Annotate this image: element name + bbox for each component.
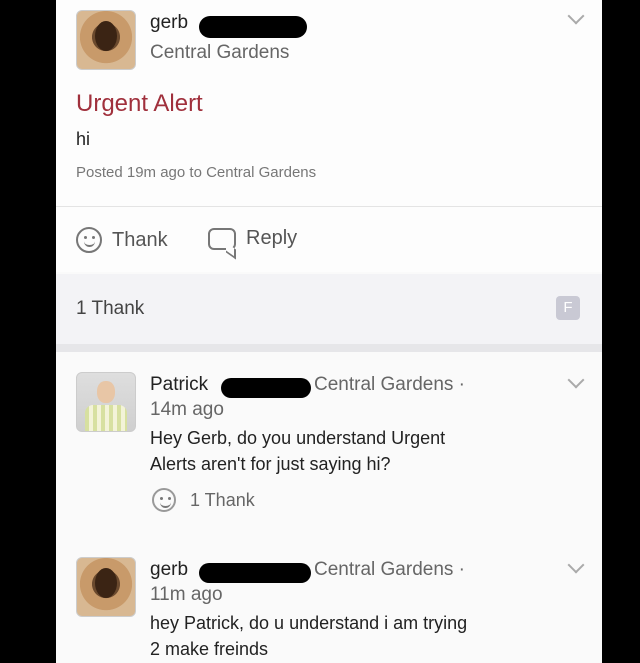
alert-post: gerb Central Gardens Urgent Alert hi Pos… <box>56 0 602 272</box>
name-redaction <box>221 378 311 398</box>
thanker-avatar-badge[interactable]: F <box>556 296 580 320</box>
avatar-face <box>97 381 115 403</box>
comment-author-name[interactable]: gerb <box>150 559 188 581</box>
name-redaction <box>199 16 307 38</box>
app-screen: gerb Central Gardens Urgent Alert hi Pos… <box>56 0 602 663</box>
post-body: hi <box>76 129 91 149</box>
smiley-icon <box>76 227 102 253</box>
smiley-icon <box>152 488 176 512</box>
avatar-face <box>95 568 117 598</box>
commenter-avatar[interactable] <box>76 557 136 617</box>
chevron-down-icon[interactable] <box>567 371 585 389</box>
comment-text-line-1: hey Patrick, do u understand i am trying <box>150 613 468 633</box>
thank-label: Thank <box>112 228 168 251</box>
reply-label: Reply <box>246 227 298 249</box>
name-redaction <box>199 563 311 583</box>
thanks-summary-bar[interactable]: 1 Thank F <box>56 274 602 344</box>
comment-text-line-2: Alerts aren't for just saying hi? <box>150 454 391 474</box>
comment-author-name[interactable]: Patrick <box>150 374 208 396</box>
avatar-shirt <box>85 405 127 431</box>
thank-button[interactable]: Thank <box>76 227 168 253</box>
chevron-down-icon[interactable] <box>567 556 585 574</box>
section-divider <box>56 344 602 352</box>
speech-bubble-icon <box>208 227 236 250</box>
post-title: Urgent Alert <box>76 90 203 117</box>
comment-thank-count: 1 Thank <box>190 489 255 510</box>
reply-button[interactable]: Reply <box>208 227 297 250</box>
thanks-count: 1 Thank <box>76 298 145 319</box>
comment-time: 14m ago <box>150 399 224 420</box>
post-meta: Posted 19m ago to Central Gardens <box>76 164 317 181</box>
chevron-down-icon[interactable] <box>567 7 585 25</box>
commenter-avatar[interactable] <box>76 372 136 432</box>
comment-thank-button[interactable]: 1 Thank <box>152 488 255 512</box>
comment-text-line-2: 2 make freinds <box>150 639 269 659</box>
comment-time: 11m ago <box>150 584 223 605</box>
comment-neighborhood[interactable]: Central Gardens · <box>314 559 465 581</box>
comment-text-line-1: Hey Gerb, do you understand Urgent <box>150 428 446 448</box>
post-neighborhood[interactable]: Central Gardens <box>150 42 289 64</box>
comment-neighborhood[interactable]: Central Gardens · <box>314 374 465 396</box>
divider <box>56 206 602 207</box>
avatar-face <box>95 21 117 51</box>
post-author-name[interactable]: gerb <box>150 12 188 34</box>
author-avatar[interactable] <box>76 10 136 70</box>
